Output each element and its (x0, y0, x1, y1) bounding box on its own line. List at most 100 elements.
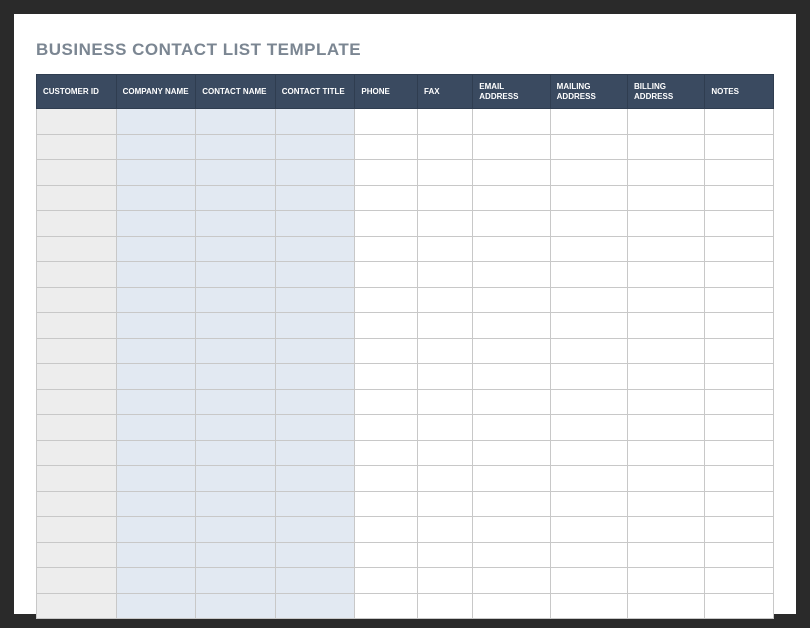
table-cell[interactable] (275, 440, 355, 466)
table-cell[interactable] (37, 211, 117, 237)
table-cell[interactable] (355, 134, 418, 160)
table-cell[interactable] (116, 236, 196, 262)
table-cell[interactable] (196, 236, 276, 262)
table-cell[interactable] (705, 313, 774, 339)
table-cell[interactable] (196, 593, 276, 619)
table-cell[interactable] (116, 262, 196, 288)
table-cell[interactable] (705, 134, 774, 160)
table-cell[interactable] (705, 211, 774, 237)
table-cell[interactable] (418, 338, 473, 364)
table-cell[interactable] (37, 236, 117, 262)
table-cell[interactable] (275, 287, 355, 313)
table-cell[interactable] (418, 517, 473, 543)
table-cell[interactable] (628, 389, 705, 415)
table-cell[interactable] (116, 542, 196, 568)
table-cell[interactable] (628, 262, 705, 288)
table-cell[interactable] (418, 287, 473, 313)
table-cell[interactable] (196, 440, 276, 466)
table-cell[interactable] (705, 160, 774, 186)
table-cell[interactable] (355, 236, 418, 262)
table-cell[interactable] (418, 262, 473, 288)
table-cell[interactable] (275, 211, 355, 237)
table-cell[interactable] (37, 517, 117, 543)
table-cell[interactable] (418, 542, 473, 568)
table-cell[interactable] (628, 466, 705, 492)
table-cell[interactable] (418, 109, 473, 135)
table-cell[interactable] (473, 262, 550, 288)
table-cell[interactable] (116, 338, 196, 364)
table-cell[interactable] (418, 160, 473, 186)
table-cell[interactable] (355, 109, 418, 135)
table-cell[interactable] (196, 338, 276, 364)
table-cell[interactable] (705, 389, 774, 415)
table-cell[interactable] (628, 491, 705, 517)
table-cell[interactable] (355, 160, 418, 186)
table-cell[interactable] (705, 262, 774, 288)
table-cell[interactable] (196, 491, 276, 517)
table-cell[interactable] (37, 389, 117, 415)
table-cell[interactable] (550, 466, 627, 492)
table-cell[interactable] (355, 491, 418, 517)
table-cell[interactable] (418, 185, 473, 211)
table-cell[interactable] (473, 389, 550, 415)
table-cell[interactable] (473, 160, 550, 186)
table-cell[interactable] (116, 491, 196, 517)
table-cell[interactable] (473, 466, 550, 492)
table-cell[interactable] (355, 185, 418, 211)
table-cell[interactable] (355, 364, 418, 390)
table-cell[interactable] (275, 185, 355, 211)
table-cell[interactable] (628, 568, 705, 594)
table-cell[interactable] (628, 211, 705, 237)
table-cell[interactable] (196, 211, 276, 237)
table-cell[interactable] (37, 491, 117, 517)
table-cell[interactable] (550, 517, 627, 543)
table-cell[interactable] (628, 313, 705, 339)
table-cell[interactable] (116, 134, 196, 160)
table-cell[interactable] (418, 389, 473, 415)
table-cell[interactable] (37, 364, 117, 390)
table-cell[interactable] (473, 287, 550, 313)
table-cell[interactable] (196, 542, 276, 568)
table-cell[interactable] (705, 517, 774, 543)
table-cell[interactable] (275, 517, 355, 543)
table-cell[interactable] (550, 211, 627, 237)
table-cell[interactable] (628, 236, 705, 262)
table-cell[interactable] (418, 134, 473, 160)
table-cell[interactable] (550, 542, 627, 568)
table-cell[interactable] (628, 440, 705, 466)
table-cell[interactable] (355, 517, 418, 543)
table-cell[interactable] (628, 542, 705, 568)
table-cell[interactable] (37, 466, 117, 492)
table-cell[interactable] (628, 364, 705, 390)
table-cell[interactable] (37, 160, 117, 186)
table-cell[interactable] (628, 160, 705, 186)
table-cell[interactable] (275, 160, 355, 186)
table-cell[interactable] (550, 185, 627, 211)
table-cell[interactable] (116, 440, 196, 466)
table-cell[interactable] (196, 160, 276, 186)
table-cell[interactable] (116, 364, 196, 390)
table-cell[interactable] (116, 287, 196, 313)
table-cell[interactable] (355, 262, 418, 288)
table-cell[interactable] (275, 313, 355, 339)
table-cell[interactable] (473, 236, 550, 262)
table-cell[interactable] (705, 542, 774, 568)
table-cell[interactable] (418, 491, 473, 517)
table-cell[interactable] (355, 211, 418, 237)
table-cell[interactable] (355, 415, 418, 441)
table-cell[interactable] (550, 415, 627, 441)
table-cell[interactable] (705, 568, 774, 594)
table-cell[interactable] (275, 389, 355, 415)
table-cell[interactable] (550, 389, 627, 415)
table-cell[interactable] (418, 440, 473, 466)
table-cell[interactable] (473, 415, 550, 441)
table-cell[interactable] (37, 185, 117, 211)
table-cell[interactable] (116, 185, 196, 211)
table-cell[interactable] (196, 364, 276, 390)
table-cell[interactable] (196, 109, 276, 135)
table-cell[interactable] (275, 466, 355, 492)
table-cell[interactable] (196, 415, 276, 441)
table-cell[interactable] (275, 593, 355, 619)
table-cell[interactable] (473, 134, 550, 160)
table-cell[interactable] (37, 134, 117, 160)
